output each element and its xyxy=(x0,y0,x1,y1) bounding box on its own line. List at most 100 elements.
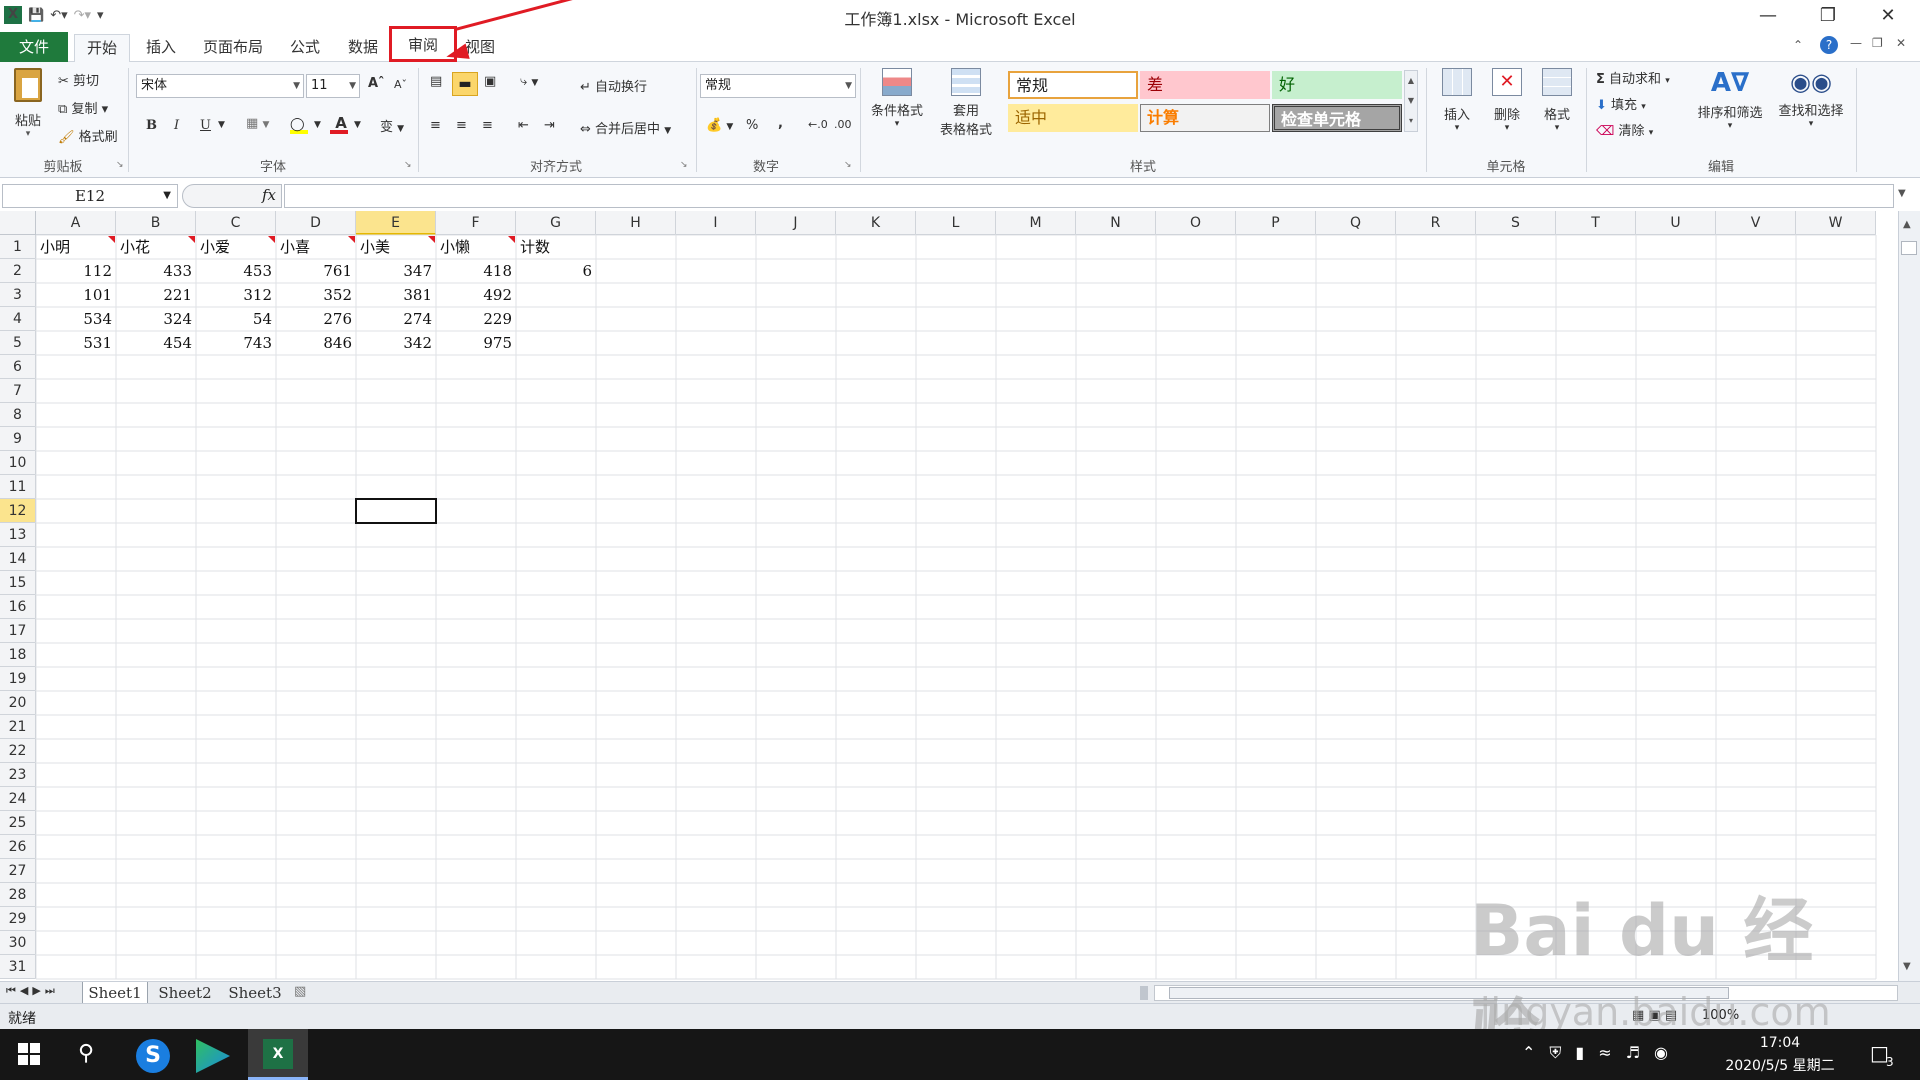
clock-date[interactable]: 2020/5/5 星期二 xyxy=(1700,1055,1860,1075)
font-size-combo[interactable]: 11 ▼ xyxy=(306,74,360,98)
cell-g1[interactable]: 计数 xyxy=(516,235,596,259)
cell-c1[interactable]: 小爱 xyxy=(196,235,276,259)
paste-button[interactable]: 粘贴 ▾ xyxy=(8,68,48,139)
scroll-down-icon[interactable]: ▼ xyxy=(1903,961,1911,972)
style-calculation[interactable]: 计算 xyxy=(1140,104,1270,132)
border-button[interactable]: ▦ ▼ xyxy=(246,116,269,131)
cell-b5[interactable]: 454 xyxy=(116,331,196,355)
align-bottom-button[interactable]: ▣ xyxy=(484,74,496,89)
sheet-nav-icons[interactable]: ⏮◀▶⏭ xyxy=(6,984,59,998)
percent-button[interactable]: % xyxy=(746,118,758,133)
underline-dropdown-icon[interactable]: ▼ xyxy=(218,120,225,130)
tab-split-handle[interactable] xyxy=(1140,986,1148,1000)
style-normal[interactable]: 常规 xyxy=(1008,71,1138,99)
style-neutral[interactable]: 适中 xyxy=(1008,104,1138,132)
number-launcher-icon[interactable]: ↘ xyxy=(844,160,852,170)
shrink-font-button[interactable]: Aˇ xyxy=(394,78,407,91)
find-select-button[interactable]: ◉◉ 查找和选择 ▾ xyxy=(1770,68,1852,129)
clipboard-launcher-icon[interactable]: ↘ xyxy=(116,160,124,170)
cell-e3[interactable]: 381 xyxy=(356,283,436,307)
cell-f2[interactable]: 418 xyxy=(436,259,516,283)
clear-button[interactable]: ⌫ 清除 ▾ xyxy=(1596,120,1653,139)
insert-cells-button[interactable]: 插入 ▾ xyxy=(1434,68,1480,133)
cell-f4[interactable]: 229 xyxy=(436,307,516,331)
tab-insert[interactable]: 插入 xyxy=(136,34,186,62)
phonetic-button[interactable]: 变 ▼ xyxy=(380,116,404,135)
cell-e5[interactable]: 342 xyxy=(356,331,436,355)
format-as-table-button[interactable]: 套用 表格格式 xyxy=(930,68,1002,138)
align-right-button[interactable]: ≡ xyxy=(482,118,493,133)
insert-function-icon[interactable]: fx xyxy=(262,186,276,204)
font-color-dropdown-icon[interactable]: ▼ xyxy=(354,120,361,130)
tab-page-layout[interactable]: 页面布局 xyxy=(196,34,270,62)
conditional-format-button[interactable]: 条件格式 ▾ xyxy=(864,68,930,129)
underline-button[interactable]: U xyxy=(200,118,211,133)
cell-d2[interactable]: 761 xyxy=(276,259,356,283)
cell-a1[interactable]: 小明 xyxy=(36,235,116,259)
formula-input[interactable] xyxy=(284,184,1894,208)
fill-button[interactable]: ⬇ 填充 ▾ xyxy=(1596,94,1646,113)
fill-color-button[interactable]: ◯ xyxy=(290,116,312,138)
doc-close-icon[interactable]: ✕ xyxy=(1896,36,1906,50)
style-bad[interactable]: 差 xyxy=(1140,71,1270,99)
system-tray-icons[interactable]: ⌃⛨▮≈♬◉ xyxy=(1522,1043,1682,1063)
copy-button[interactable]: ⧉ 复制 ▾ xyxy=(58,98,108,117)
windows-start-icon[interactable] xyxy=(18,1043,40,1065)
cell-a4[interactable]: 534 xyxy=(36,307,116,331)
number-format-combo[interactable]: 常规 ▼ xyxy=(700,74,856,98)
cut-button[interactable]: ✂ 剪切 xyxy=(58,70,99,89)
clock-time[interactable]: 17:04 xyxy=(1720,1035,1840,1051)
align-middle-button[interactable]: ▬ xyxy=(452,72,478,96)
cell-f1[interactable]: 小懒 xyxy=(436,235,516,259)
comma-button[interactable]: , xyxy=(778,116,783,131)
alignment-launcher-icon[interactable]: ↘ xyxy=(680,160,688,170)
cell-c5[interactable]: 743 xyxy=(196,331,276,355)
scroll-up-icon[interactable]: ▲ xyxy=(1903,219,1911,230)
cell-e2[interactable]: 347 xyxy=(356,259,436,283)
format-cells-button[interactable]: 格式 ▾ xyxy=(1534,68,1580,133)
cell-d5[interactable]: 846 xyxy=(276,331,356,355)
cell-f5[interactable]: 975 xyxy=(436,331,516,355)
cell-c2[interactable]: 453 xyxy=(196,259,276,283)
cell-b1[interactable]: 小花 xyxy=(116,235,196,259)
restore-button[interactable]: ❐ xyxy=(1800,0,1856,32)
name-box[interactable]: E12 ▼ xyxy=(2,184,178,208)
scroll-thumb[interactable] xyxy=(1901,241,1917,255)
cell-g2[interactable]: 6 xyxy=(516,259,596,283)
fill-dropdown-icon[interactable]: ▼ xyxy=(314,120,321,130)
decrease-indent-button[interactable]: ⇤ xyxy=(518,118,529,133)
increase-decimal-button[interactable]: ←.0 xyxy=(808,118,828,131)
merge-center-button[interactable]: ⇔ 合并后居中 ▼ xyxy=(580,118,671,137)
close-button[interactable]: ✕ xyxy=(1860,0,1916,32)
sheet-tab-1[interactable]: Sheet1 xyxy=(82,982,148,1004)
cell-a5[interactable]: 531 xyxy=(36,331,116,355)
cell-a2[interactable]: 112 xyxy=(36,259,116,283)
taskbar-excel[interactable]: X xyxy=(248,1029,308,1080)
increase-indent-button[interactable]: ⇥ xyxy=(544,118,555,133)
style-good[interactable]: 好 xyxy=(1272,71,1402,99)
sheet-tab-2[interactable]: Sheet2 xyxy=(152,982,218,1004)
italic-button[interactable]: I xyxy=(174,118,179,133)
cell-c4[interactable]: 54 xyxy=(196,307,276,331)
delete-cells-button[interactable]: ✕ 删除 ▾ xyxy=(1484,68,1530,133)
cell-b4[interactable]: 324 xyxy=(116,307,196,331)
grow-font-button[interactable]: Aˆ xyxy=(368,76,385,91)
decrease-decimal-button[interactable]: .00 xyxy=(834,118,852,131)
cell-d1[interactable]: 小喜 xyxy=(276,235,356,259)
ribbon-minimize-icon[interactable]: ⌃ xyxy=(1793,38,1803,52)
sogou-browser-icon[interactable]: S xyxy=(136,1039,170,1073)
wrap-text-button[interactable]: ↵ 自动换行 xyxy=(580,76,647,95)
align-top-button[interactable]: ▤ xyxy=(430,74,442,89)
cell-d3[interactable]: 352 xyxy=(276,283,356,307)
format-painter-button[interactable]: 🖌 格式刷 xyxy=(58,126,118,145)
cell-d4[interactable]: 276 xyxy=(276,307,356,331)
bold-button[interactable]: B xyxy=(146,118,157,133)
expand-formula-icon[interactable]: ▼ xyxy=(1898,188,1906,199)
autosum-button[interactable]: Σ 自动求和 ▾ xyxy=(1596,68,1670,87)
cell-a3[interactable]: 101 xyxy=(36,283,116,307)
styles-scroll[interactable]: ▲ ▼ ▾ xyxy=(1404,70,1418,132)
cell-b2[interactable]: 433 xyxy=(116,259,196,283)
align-center-button[interactable]: ≡ xyxy=(456,118,467,133)
minimize-button[interactable]: — xyxy=(1740,0,1796,32)
orientation-button[interactable]: ⤷ ▼ xyxy=(520,74,538,89)
